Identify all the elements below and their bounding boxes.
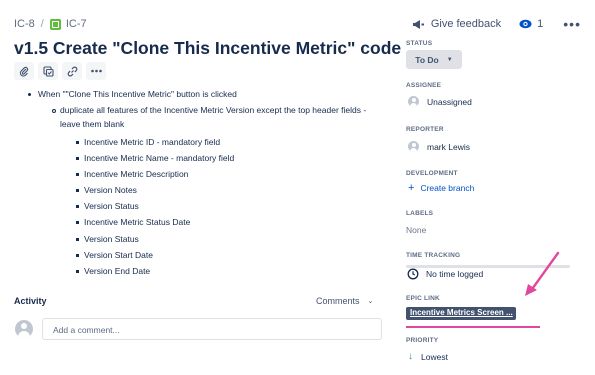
assignee-field[interactable]: Unassigned: [408, 96, 472, 107]
link-icon: [67, 66, 77, 76]
epic-link-label: EPIC LINK: [406, 295, 440, 302]
reporter-value: mark Lewis: [427, 141, 470, 152]
status-dropdown[interactable]: To Do ▼: [406, 50, 462, 69]
time-tracking-value: No time logged: [426, 269, 484, 279]
sub-bullet-circle: [52, 109, 56, 113]
create-branch-label: Create branch: [420, 183, 475, 193]
annotation-arrow-icon: [525, 251, 560, 296]
field-item: Version Status: [84, 201, 139, 211]
comments-sort-dropdown[interactable]: Comments ⌄: [316, 296, 373, 306]
priority-label: PRIORITY: [406, 337, 439, 344]
field-item: Version Notes: [84, 185, 137, 195]
field-item: Incentive Metric Status Date: [84, 217, 191, 227]
user-avatar: [15, 320, 33, 338]
breadcrumb-parent-link[interactable]: IC-8: [14, 18, 35, 30]
comment-input[interactable]: Add a comment...: [42, 318, 382, 340]
more-actions-icon[interactable]: •••: [563, 16, 581, 32]
add-child-issue-button[interactable]: [38, 62, 58, 80]
breadcrumb-issue-link[interactable]: IC-7: [66, 18, 87, 30]
ellipsis-icon: [90, 69, 102, 73]
give-feedback-label: Give feedback: [430, 18, 502, 30]
watchers-count: 1: [537, 18, 544, 30]
field-item: Version Start Date: [84, 250, 153, 260]
comments-sort-label: Comments: [316, 296, 360, 306]
child-issue-icon: [42, 65, 54, 77]
more-toolbar-button[interactable]: [86, 62, 106, 80]
field-bullet: [76, 173, 79, 176]
field-bullet: [76, 157, 79, 160]
status-value: To Do: [415, 54, 439, 65]
issue-toolbar: [14, 62, 110, 80]
labels-value[interactable]: None: [406, 225, 426, 235]
time-tracking-label: TIME TRACKING: [406, 252, 461, 259]
field-bullet: [76, 189, 79, 192]
activity-heading: Activity: [14, 296, 47, 306]
field-item: Version End Date: [84, 266, 151, 276]
attach-button[interactable]: [14, 62, 34, 80]
chevron-down-icon: ▼: [446, 56, 453, 63]
assignee-avatar: [408, 96, 419, 107]
link-issue-button[interactable]: [62, 62, 82, 80]
top-actions: Give feedback 1 •••: [412, 16, 581, 32]
chevron-down-icon: ⌄: [367, 298, 374, 305]
reporter-avatar: [408, 141, 419, 152]
assignee-label: ASSIGNEE: [406, 82, 442, 89]
priority-value: Lowest: [421, 351, 448, 362]
field-bullet: [76, 205, 79, 208]
labels-label: LABELS: [406, 210, 434, 217]
description-sub-bullet-line1: duplicate all features of the Incentive …: [60, 105, 367, 115]
eye-icon: [519, 19, 532, 29]
field-bullet: [76, 270, 79, 273]
reporter-label: REPORTER: [406, 126, 444, 133]
watch-button[interactable]: 1: [519, 18, 543, 30]
annotation-underline: [406, 326, 540, 328]
issue-title[interactable]: v1.5 Create "Clone This Incentive Metric…: [14, 38, 401, 59]
development-label: DEVELOPMENT: [406, 170, 458, 177]
field-item: Incentive Metric Description: [84, 169, 189, 179]
field-item: Version Status: [84, 234, 139, 244]
create-branch-link[interactable]: + Create branch: [408, 182, 474, 194]
breadcrumb-separator: /: [40, 18, 44, 30]
field-bullet: [76, 141, 79, 144]
status-label: STATUS: [406, 40, 433, 47]
time-tracking-field[interactable]: No time logged: [407, 268, 483, 280]
field-item: Incentive Metric ID - mandatory field: [84, 137, 221, 147]
megaphone-icon: [412, 19, 424, 29]
bullet-dot: [28, 93, 31, 96]
field-bullet: [76, 221, 79, 224]
give-feedback-button[interactable]: Give feedback: [412, 18, 501, 30]
breadcrumb: IC-8 / IC-7: [14, 18, 87, 30]
paperclip-icon: [19, 66, 29, 77]
assignee-value: Unassigned: [427, 96, 472, 107]
reporter-field[interactable]: mark Lewis: [408, 141, 470, 152]
priority-field[interactable]: ↓ Lowest: [408, 351, 448, 362]
epic-link-chip[interactable]: Incentive Metrics Screen ...: [406, 307, 516, 320]
field-bullet: [76, 238, 79, 241]
stopwatch-icon: [407, 268, 419, 280]
arrow-down-icon: ↓: [408, 351, 413, 362]
description-bullet: When ""Clone This Incentive Metric" butt…: [38, 89, 237, 99]
plus-icon: +: [408, 182, 415, 194]
story-icon: [49, 18, 61, 30]
description-sub-bullet-line2: leave them blank: [60, 119, 125, 129]
field-item: Incentive Metric Name - mandatory field: [84, 153, 235, 163]
field-bullet: [76, 254, 79, 257]
